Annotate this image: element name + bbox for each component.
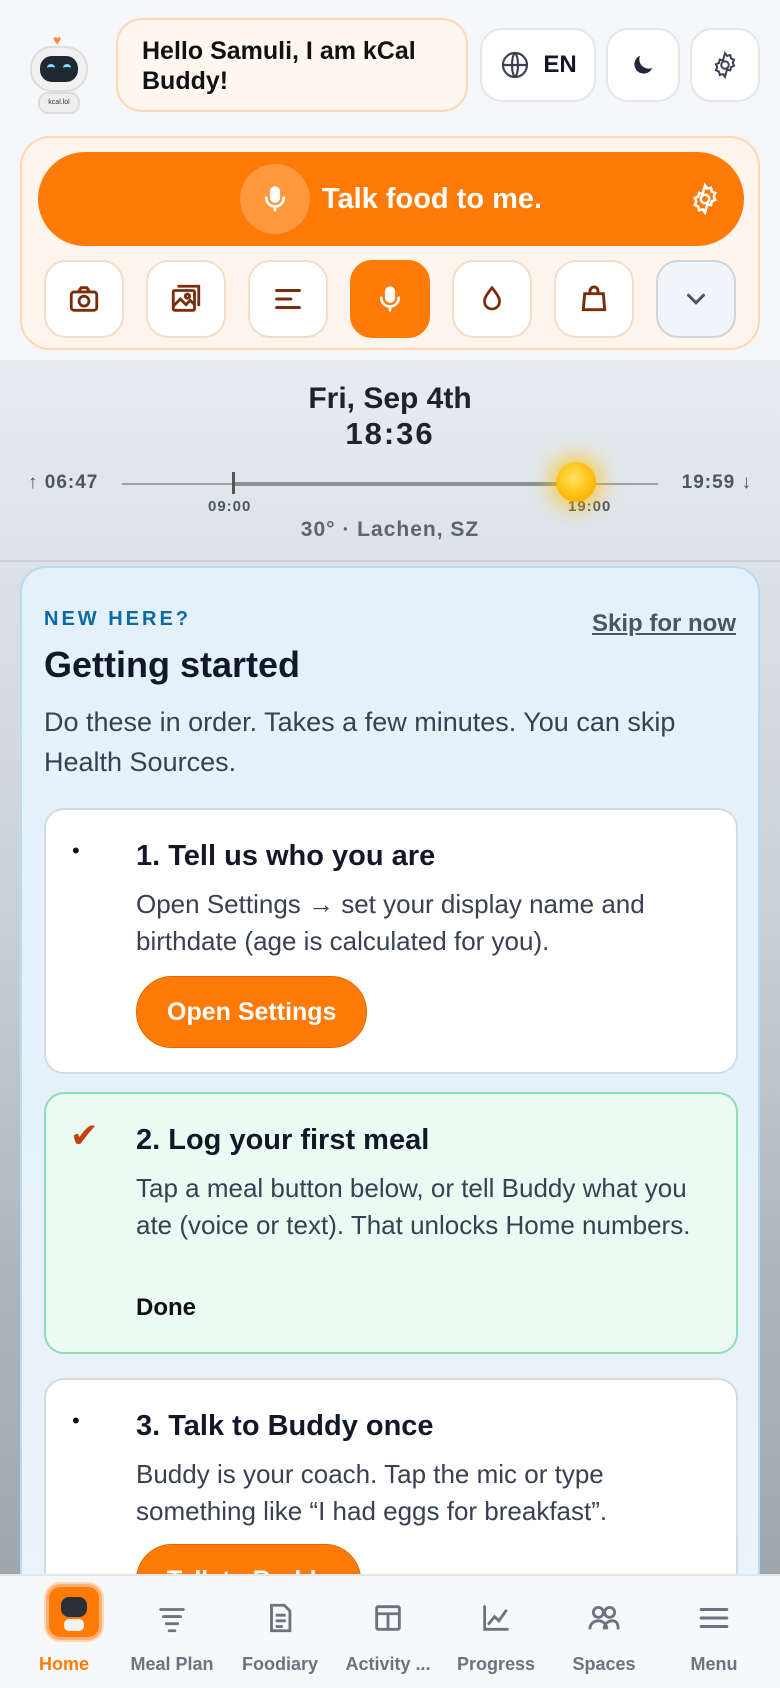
current-date: Fri, Sep 4th [308, 382, 472, 415]
people-icon [584, 1598, 624, 1638]
step-bullet: • [72, 838, 80, 863]
quick-actions-row [44, 260, 744, 340]
step-card: • 1. Tell us who you are Open Settings →… [44, 808, 738, 1074]
nav-label: Home [38, 1654, 89, 1674]
nav-label: Progress [456, 1654, 536, 1674]
sunrise-time: ↑ 06:47 [28, 472, 99, 493]
getting-started-card: NEW HERE? Skip for now Getting started D… [20, 566, 760, 1688]
sun-icon [556, 462, 596, 502]
nav-label: Activity ... [345, 1654, 431, 1674]
language-button[interactable]: EN [480, 28, 596, 102]
camera-icon [69, 286, 99, 312]
step-description: Tap a meal button below, or tell Buddy w… [136, 1173, 691, 1240]
step-description: Open Settings → set your display name an… [136, 889, 645, 956]
daylight-widget: Fri, Sep 4th 18:36 ↑ 06:47 19:59 ↓ 09:00… [0, 360, 780, 560]
nav-activity[interactable]: Activity ... [334, 1576, 442, 1688]
talk-panel: Talk food to me. [20, 136, 760, 350]
step-bullet: • [72, 1408, 80, 1433]
getting-started-title: Getting started [44, 644, 301, 685]
step-title: 2. Log your first meal [136, 1124, 430, 1156]
talk-food-label: Talk food to me. [321, 182, 543, 215]
nav-menu[interactable]: Menu [660, 1576, 768, 1688]
meal-plan-icon [152, 1598, 192, 1638]
shopping-bag-icon [581, 285, 607, 312]
nav-foodiary[interactable]: Foodiary [226, 1576, 334, 1688]
water-drop-icon [483, 285, 501, 311]
nav-label: Menu [690, 1654, 738, 1674]
weather-location: 30° · Lachen, SZ [300, 518, 480, 541]
sunset-time: 19:59 ↓ [681, 472, 752, 493]
daylight-track-active [232, 482, 572, 486]
nav-label: Spaces [572, 1654, 636, 1674]
step-card-done: ✔ 2. Log your first meal Tap a meal butt… [44, 1092, 738, 1354]
activity-icon [368, 1598, 408, 1638]
buddy-avatar[interactable]: ♥ kcal.lol [20, 22, 100, 118]
language-label: EN [543, 51, 577, 78]
nav-label: Meal Plan [130, 1654, 214, 1674]
text-lines-icon [275, 288, 301, 310]
daylight-tick [232, 472, 235, 494]
globe-icon [502, 51, 529, 79]
step-title: 1. Tell us who you are [136, 840, 436, 872]
water-button[interactable] [452, 260, 532, 338]
nav-home[interactable]: Home [10, 1576, 118, 1688]
nav-progress[interactable]: Progress [442, 1576, 550, 1688]
mic-icon [239, 164, 310, 234]
nav-label: Foodiary [241, 1654, 318, 1674]
talk-food-button[interactable]: Talk food to me. [38, 152, 744, 246]
home-robot-icon [46, 1584, 102, 1640]
gear-icon [714, 50, 736, 80]
image-icon [171, 284, 201, 312]
settings-button[interactable] [690, 28, 760, 102]
robot-head [30, 46, 88, 92]
step-status: Done [136, 1294, 196, 1321]
getting-started-subtitle: Do these in order. Takes a few minutes. … [44, 707, 676, 777]
checkmark-icon: ✔ [70, 1117, 99, 1155]
chart-icon [476, 1598, 516, 1638]
shopping-button[interactable] [554, 260, 634, 338]
new-here-kicker: NEW HERE? [44, 608, 191, 630]
talk-settings-gear-icon[interactable] [688, 182, 722, 216]
nav-spaces[interactable]: Spaces [550, 1576, 658, 1688]
tick-label-start: 09:00 [208, 498, 252, 515]
top-bar: ♥ kcal.lol Hello Samuli, I am kCal Buddy… [0, 0, 780, 128]
gallery-button[interactable] [146, 260, 226, 338]
more-actions-button[interactable] [656, 260, 736, 338]
robot-body: kcal.lol [38, 92, 80, 114]
current-time: 18:36 [345, 416, 435, 451]
step-title: 3. Talk to Buddy once [136, 1410, 434, 1442]
greeting-bubble: Hello Samuli, I am kCal Buddy! [116, 18, 468, 112]
open-settings-button[interactable]: Open Settings [136, 976, 368, 1048]
divider [0, 560, 780, 562]
step-description: Buddy is your coach. Tap the mic or type… [136, 1459, 608, 1526]
text-entry-button[interactable] [248, 260, 328, 338]
document-icon [260, 1598, 300, 1638]
dark-mode-button[interactable] [606, 28, 680, 102]
chevron-down-icon [687, 293, 705, 305]
skip-link[interactable]: Skip for now [592, 610, 736, 638]
voice-button[interactable] [350, 260, 430, 338]
menu-icon [694, 1598, 734, 1638]
nav-meal-plan[interactable]: Meal Plan [118, 1576, 226, 1688]
camera-button[interactable] [44, 260, 124, 338]
bottom-nav: Home Meal Plan Foodiary Activity ... Pro… [0, 1574, 780, 1688]
mic-icon [379, 286, 401, 312]
moon-icon [634, 55, 653, 74]
